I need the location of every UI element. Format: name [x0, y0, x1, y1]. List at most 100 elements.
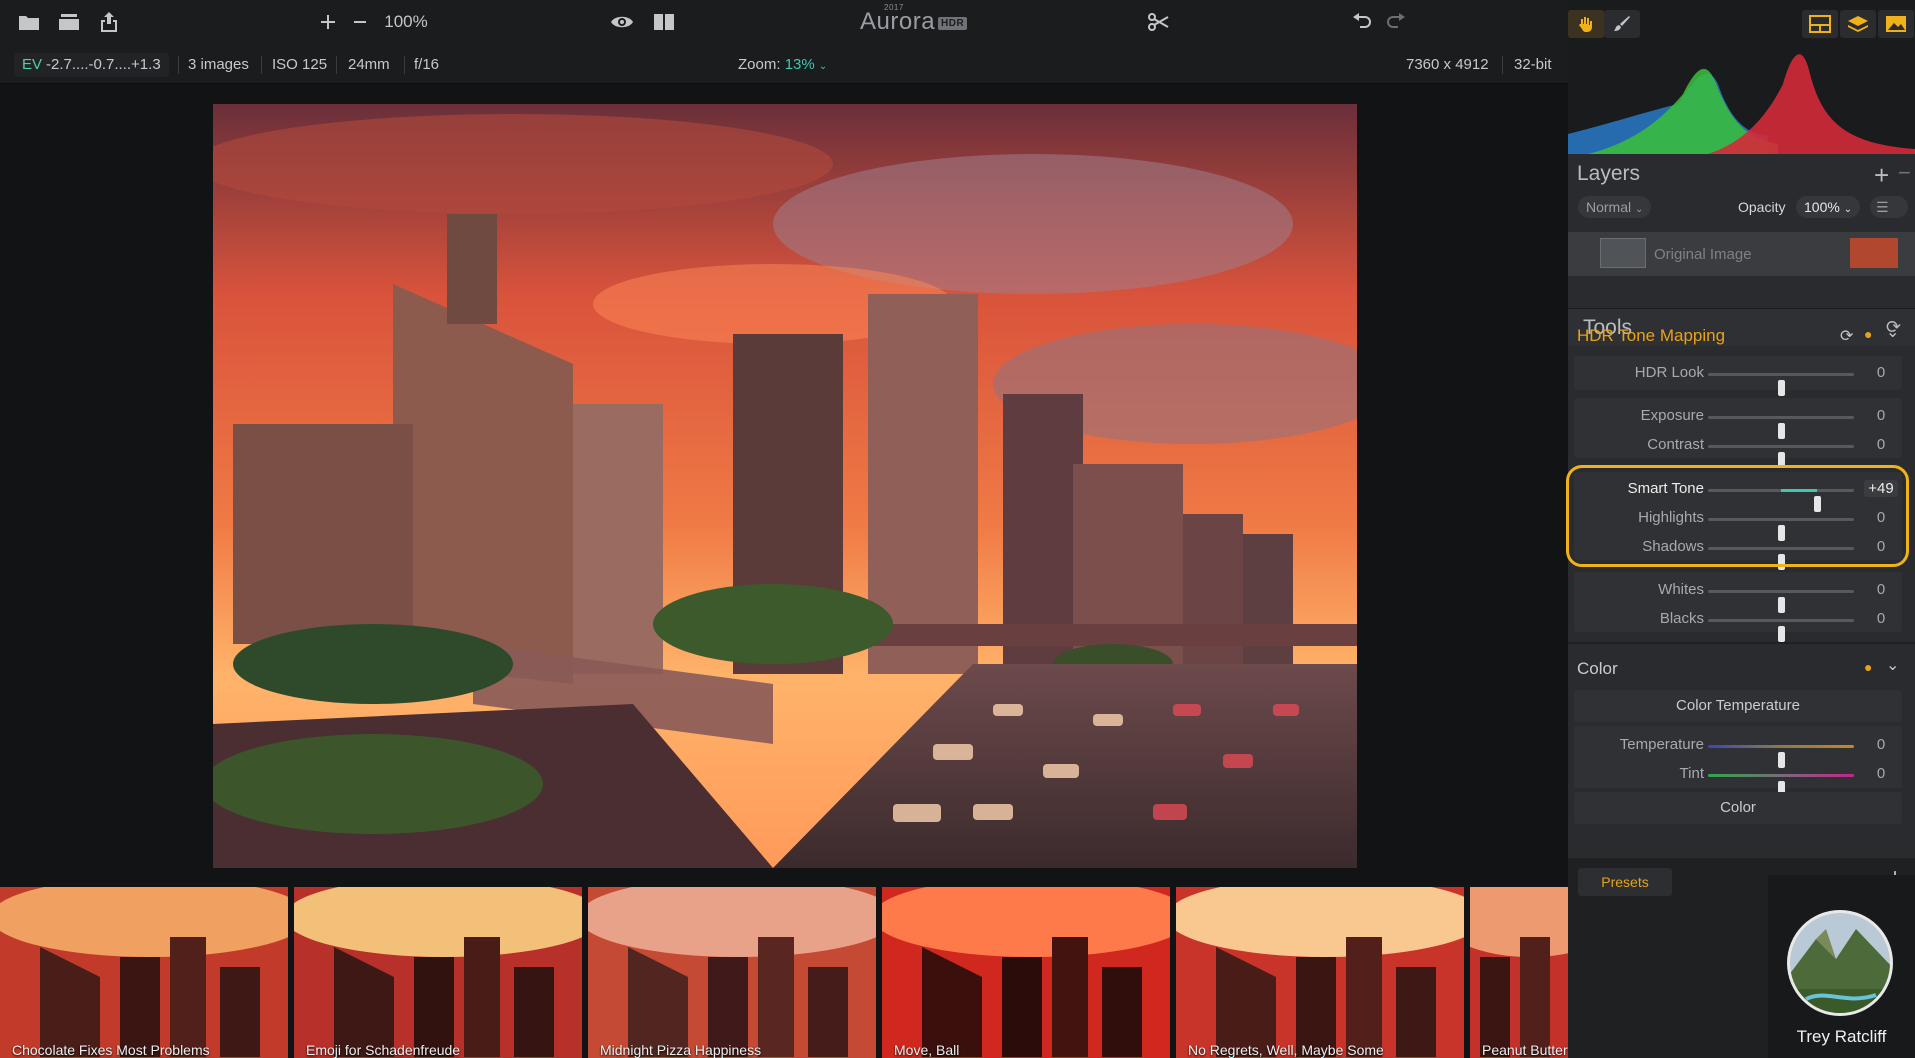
brand-year: 2017 [884, 3, 904, 12]
add-layer-button[interactable]: + [1874, 160, 1889, 191]
preview-eye-icon[interactable] [608, 10, 636, 34]
slider-label: Whites [1658, 581, 1704, 598]
presets-button[interactable]: Presets [1578, 868, 1672, 896]
top-toolbar: 100% 2017 Aurora HDR [0, 0, 1568, 44]
preset-preview-image [1470, 887, 1568, 1058]
reset-icon[interactable]: ⟳ [1840, 326, 1853, 346]
preset-name: Move, Ball [894, 1042, 960, 1058]
zoom-indicator[interactable]: Zoom: 13% ⌄ [730, 53, 835, 77]
preset-thumbnail[interactable]: Emoji for Schadenfreude [294, 887, 582, 1058]
slider-track[interactable] [1708, 445, 1854, 468]
slider-thumb[interactable] [1778, 626, 1785, 642]
author-avatar [1787, 910, 1893, 1016]
redo-icon[interactable] [1384, 10, 1408, 34]
slider-exposure[interactable]: Exposure 0 [1576, 402, 1900, 439]
main-photo[interactable] [213, 104, 1357, 868]
compare-icon[interactable] [652, 10, 676, 34]
slider-value[interactable]: 0 [1864, 364, 1898, 381]
list-icon: ☰ [1876, 199, 1889, 215]
blend-mode-dropdown[interactable]: Normal ⌄ [1578, 196, 1652, 218]
chevron-down-icon[interactable]: ⌄ [1886, 655, 1899, 675]
image-info-bar: EV -2.7....-0.7....+1.3 3 images ISO 125 … [0, 44, 1568, 84]
focal-length: 24mm [348, 56, 390, 73]
preset-author-card[interactable]: Trey Ratcliff [1768, 875, 1915, 1058]
slider-hdr-look[interactable]: HDR Look 0 [1576, 359, 1900, 396]
slider-tint[interactable]: Tint 0 [1576, 760, 1900, 797]
remove-layer-button[interactable]: − [1898, 160, 1911, 186]
aurora-hdr-window: 100% 2017 Aurora HDR EV -2.7....-0.7....+1… [0, 0, 1915, 1058]
divider [336, 56, 337, 74]
image-panel-icon[interactable] [1878, 10, 1914, 38]
slider-contrast[interactable]: Contrast 0 [1576, 431, 1900, 468]
layers-panel: Layers + − Normal ⌄ Opacity 100% ⌄ ☰ Ori… [1568, 154, 1915, 308]
slider-thumb[interactable] [1778, 380, 1785, 396]
slider-track[interactable] [1708, 590, 1854, 613]
slider-label: Blacks [1659, 610, 1704, 627]
hand-tool-icon[interactable] [1568, 10, 1604, 38]
layers-panel-icon[interactable] [1840, 10, 1876, 38]
batch-icon[interactable] [56, 10, 82, 34]
slider-value[interactable]: 0 [1864, 736, 1898, 753]
histogram-graph [1568, 54, 1915, 154]
share-icon[interactable] [96, 10, 122, 34]
slider-track[interactable] [1708, 416, 1854, 439]
slider-label: Temperature [1619, 736, 1704, 753]
preset-name: Peanut Butter Blowout [1482, 1042, 1568, 1058]
slider-label: HDR Look [1634, 364, 1704, 381]
brush-tool-icon[interactable] [1604, 10, 1640, 38]
slider-blacks[interactable]: Blacks 0 [1576, 605, 1900, 642]
layer-name: Original Image [1654, 246, 1752, 263]
layer-menu-button[interactable]: ☰ [1870, 196, 1908, 218]
zoom-level[interactable]: 100% [382, 10, 430, 34]
preset-thumbnail[interactable]: Chocolate Fixes Most Problems [0, 887, 288, 1058]
preset-preview-image [0, 887, 288, 1058]
divider [261, 56, 262, 74]
color-title[interactable]: Color [1577, 659, 1618, 679]
preset-preview-image [294, 887, 582, 1058]
undo-icon[interactable] [1350, 10, 1374, 34]
bit-depth: 32-bit [1514, 56, 1552, 73]
chevron-down-icon[interactable]: ⌄ [1886, 322, 1899, 342]
opacity-dropdown[interactable]: 100% ⌄ [1796, 196, 1861, 218]
slider-value[interactable]: 0 [1864, 436, 1898, 453]
zoom-out-button[interactable] [350, 10, 370, 34]
slider-label: Exposure [1640, 407, 1704, 424]
color-temperature-title[interactable]: Color Temperature [1574, 697, 1902, 714]
presets-filmstrip: Chocolate Fixes Most Problems Emoji for … [0, 875, 1568, 1058]
tools-panel: Tools ⟳ HDR Tone Mapping ⟳ ● ⌄ HDR Look … [1566, 308, 1915, 858]
zoom-in-button[interactable] [318, 10, 338, 34]
image-canvas[interactable] [0, 85, 1568, 875]
brand-name: Aurora [860, 8, 936, 35]
slider-value[interactable]: 0 [1864, 610, 1898, 627]
preset-name: Chocolate Fixes Most Problems [12, 1042, 210, 1058]
layer-mask-thumbnail [1600, 238, 1646, 268]
preset-thumbnail[interactable]: Midnight Pizza Happiness [588, 887, 876, 1058]
preset-name: Emoji for Schadenfreude [306, 1042, 461, 1058]
modified-dot-icon: ● [1864, 659, 1873, 675]
slider-track[interactable] [1708, 373, 1854, 396]
aperture: f/16 [414, 56, 440, 73]
slider-value[interactable]: 0 [1864, 765, 1898, 782]
slider-whites[interactable]: Whites 0 [1576, 576, 1900, 613]
author-name: Trey Ratcliff [1796, 1027, 1887, 1046]
iso-value: ISO 125 [272, 56, 328, 73]
slider-value[interactable]: 0 [1864, 581, 1898, 598]
open-folder-icon[interactable] [16, 10, 42, 34]
slider-track[interactable] [1708, 745, 1854, 768]
modified-dot-icon: ● [1864, 326, 1873, 342]
preset-thumbnail[interactable]: Move, Ball [882, 887, 1170, 1058]
slider-track[interactable] [1708, 619, 1854, 642]
crop-scissors-icon[interactable] [1146, 10, 1170, 34]
slider-temperature[interactable]: Temperature 0 [1576, 731, 1900, 768]
preset-thumbnail[interactable]: Peanut Butter Blowout [1470, 887, 1568, 1058]
preset-preview-image [1176, 887, 1464, 1058]
color-subsection-title[interactable]: Color [1574, 799, 1902, 816]
divider [1502, 56, 1503, 74]
slider-track[interactable] [1708, 774, 1854, 797]
layout-panel-icon[interactable] [1802, 10, 1838, 38]
hdr-tone-mapping-title[interactable]: HDR Tone Mapping [1577, 326, 1725, 346]
layer-row[interactable]: Original Image [1568, 232, 1915, 276]
ev-range: EV -2.7....-0.7....+1.3 [14, 53, 169, 77]
slider-value[interactable]: 0 [1864, 407, 1898, 424]
preset-thumbnail[interactable]: No Regrets, Well, Maybe Some [1176, 887, 1464, 1058]
